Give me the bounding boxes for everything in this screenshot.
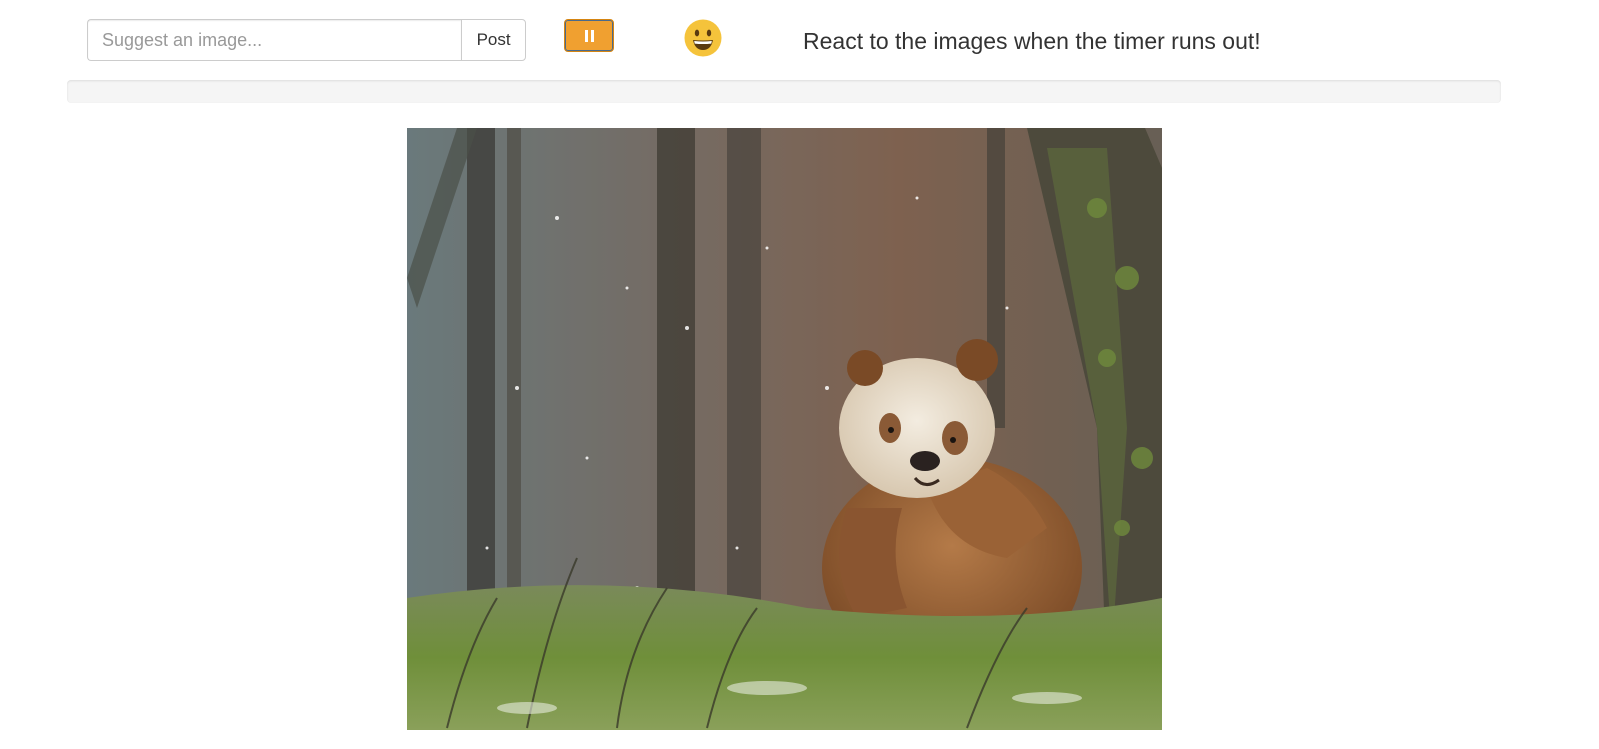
panda-photo — [407, 128, 1162, 730]
pause-icon — [584, 29, 594, 42]
post-button[interactable]: Post — [461, 19, 526, 61]
suggest-image-input[interactable] — [87, 19, 462, 61]
grinning-face-icon[interactable] — [684, 19, 722, 57]
instruction-text: React to the images when the timer runs … — [803, 28, 1261, 54]
page: Post React to the images when the timer … — [0, 0, 1599, 749]
suggest-form: Post — [87, 19, 526, 61]
timer-progress-bar — [67, 80, 1501, 103]
pause-button[interactable] — [564, 19, 614, 52]
